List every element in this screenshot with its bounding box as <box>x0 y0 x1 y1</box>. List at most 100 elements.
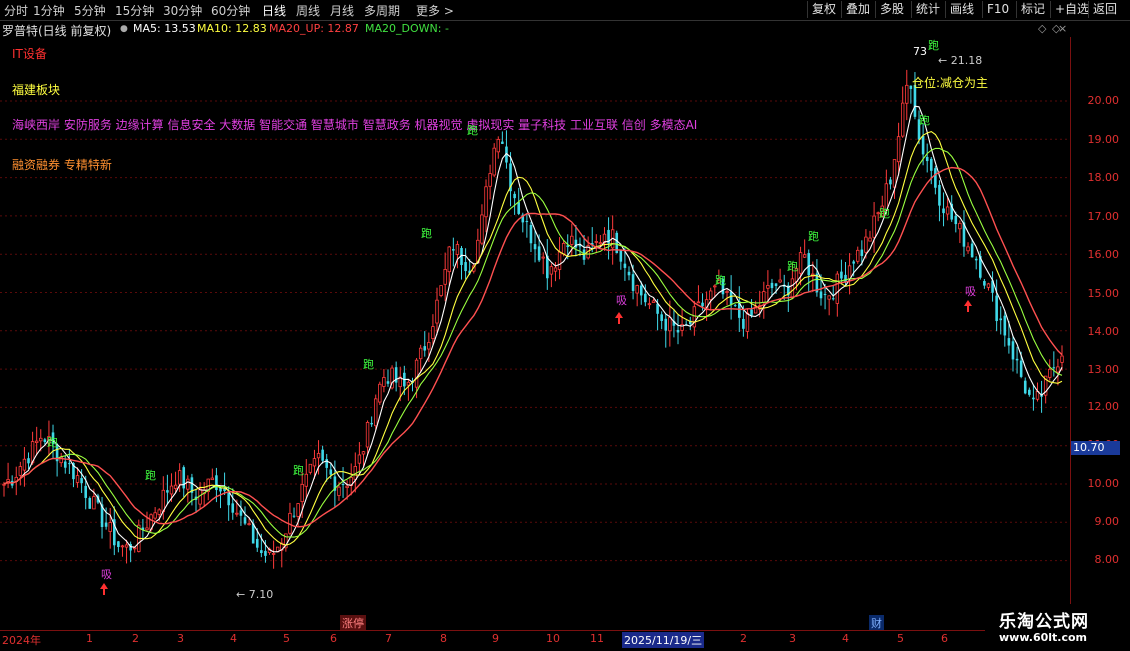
candle-body <box>860 249 864 256</box>
candle-body <box>635 285 639 294</box>
date-tick: 2024年 <box>2 634 41 647</box>
candle-body <box>570 235 574 245</box>
candle-body <box>742 318 745 329</box>
candle-body <box>92 496 96 510</box>
candle-body <box>39 437 43 442</box>
limit-up-event[interactable]: 涨停 <box>340 615 366 631</box>
buy-signal: 吸 <box>101 568 112 581</box>
candle-body <box>418 347 423 360</box>
date-tick: 3 <box>789 632 796 645</box>
candle-body <box>27 458 30 464</box>
candle-body <box>120 545 125 548</box>
candle-body <box>386 381 390 384</box>
candle-body <box>365 422 370 448</box>
candle-body <box>549 266 554 275</box>
candle-body <box>84 485 87 498</box>
candle-body <box>68 463 71 465</box>
date-tick: 2 <box>132 632 139 645</box>
watermark-title: 乐淘公式网 <box>999 612 1089 632</box>
signal-arrows <box>100 300 972 595</box>
candle-body <box>770 282 774 289</box>
candle-body <box>260 550 263 554</box>
candle-body <box>455 244 460 255</box>
back-button[interactable]: 返回 <box>1088 1 1121 18</box>
candle-body <box>423 346 427 351</box>
candle-body <box>983 281 986 286</box>
run-signal: 跑 <box>421 227 432 240</box>
high-prefix: 73 <box>913 45 927 58</box>
date-tick: 2 <box>740 632 747 645</box>
candle-body <box>145 527 149 531</box>
candle-body <box>1023 380 1027 394</box>
concepts-label: 海峡西岸 安防服务 边缘计算 信息安全 大数据 智能交通 智慧城市 智慧政务 机… <box>12 118 698 132</box>
candle-body <box>264 550 267 556</box>
candle-body <box>660 314 663 321</box>
candle-body <box>537 246 541 261</box>
candle-body <box>942 208 945 214</box>
candle-body <box>169 485 174 495</box>
run-signal: 跑 <box>715 274 726 287</box>
candle-body <box>900 102 905 137</box>
candle-body <box>856 249 860 262</box>
earnings-event[interactable]: 财 <box>869 615 884 631</box>
candle-body <box>807 253 811 276</box>
candle-body <box>1060 355 1064 363</box>
candle-body <box>986 283 991 288</box>
buy-arrow <box>964 300 972 312</box>
candle-body <box>668 317 672 332</box>
date-cursor: 2025/11/19/三 <box>622 632 705 648</box>
date-tick: 8 <box>440 632 447 645</box>
ma14-line <box>3 147 1063 538</box>
price-tick: 15.00 <box>1087 287 1120 300</box>
candle-body <box>847 265 852 279</box>
candle-body <box>22 458 27 471</box>
candle-body <box>108 522 112 532</box>
candle-body <box>729 291 733 305</box>
candle-body <box>239 510 243 516</box>
high-price-value: 21.18 <box>950 54 983 67</box>
candle-body <box>745 312 750 332</box>
candle-body <box>766 285 770 289</box>
candle-body <box>63 461 67 468</box>
price-tick: 9.00 <box>1094 515 1120 528</box>
date-tick: 4 <box>842 632 849 645</box>
candle-body <box>177 470 182 485</box>
candle-body <box>974 258 978 261</box>
candle-body <box>872 215 876 238</box>
date-tick: 5 <box>283 632 290 645</box>
candle-body <box>1003 315 1007 336</box>
candle-body <box>696 301 701 304</box>
candle-body <box>173 484 178 489</box>
candle-body <box>166 490 169 493</box>
candle-body <box>868 237 872 242</box>
date-tick: 6 <box>941 632 948 645</box>
candle-body <box>329 469 333 475</box>
candle-body <box>798 252 803 274</box>
candlestick-chart[interactable] <box>0 0 1070 630</box>
candle-body <box>447 246 451 273</box>
price-axis: 20.00 19.00 18.00 17.00 16.00 15.00 14.0… <box>1070 37 1130 630</box>
candle-body <box>905 84 909 104</box>
ma20-line <box>3 166 1063 528</box>
candle-body <box>553 267 558 272</box>
candle-body <box>708 290 713 300</box>
candle-body <box>341 484 345 486</box>
candle-body <box>406 381 411 386</box>
high-price-label: ← 21.18 <box>938 54 983 67</box>
date-tick: 6 <box>330 632 337 645</box>
candle-body <box>104 522 108 527</box>
price-tick: 13.00 <box>1087 363 1120 376</box>
candle-body <box>733 305 737 307</box>
candle-body <box>1007 338 1011 346</box>
candle-body <box>435 299 439 324</box>
candle-body <box>701 302 704 307</box>
candle-body <box>492 147 496 176</box>
watermark-url: www.60lt.com <box>999 631 1088 644</box>
candle-body <box>80 478 83 484</box>
candle-body <box>892 159 897 188</box>
low-price-value: 7.10 <box>248 588 274 601</box>
candle-body <box>247 523 251 526</box>
last-price-badge: 10.70 <box>1071 441 1120 455</box>
run-signal: 跑 <box>47 436 58 449</box>
candle-body <box>43 439 47 443</box>
